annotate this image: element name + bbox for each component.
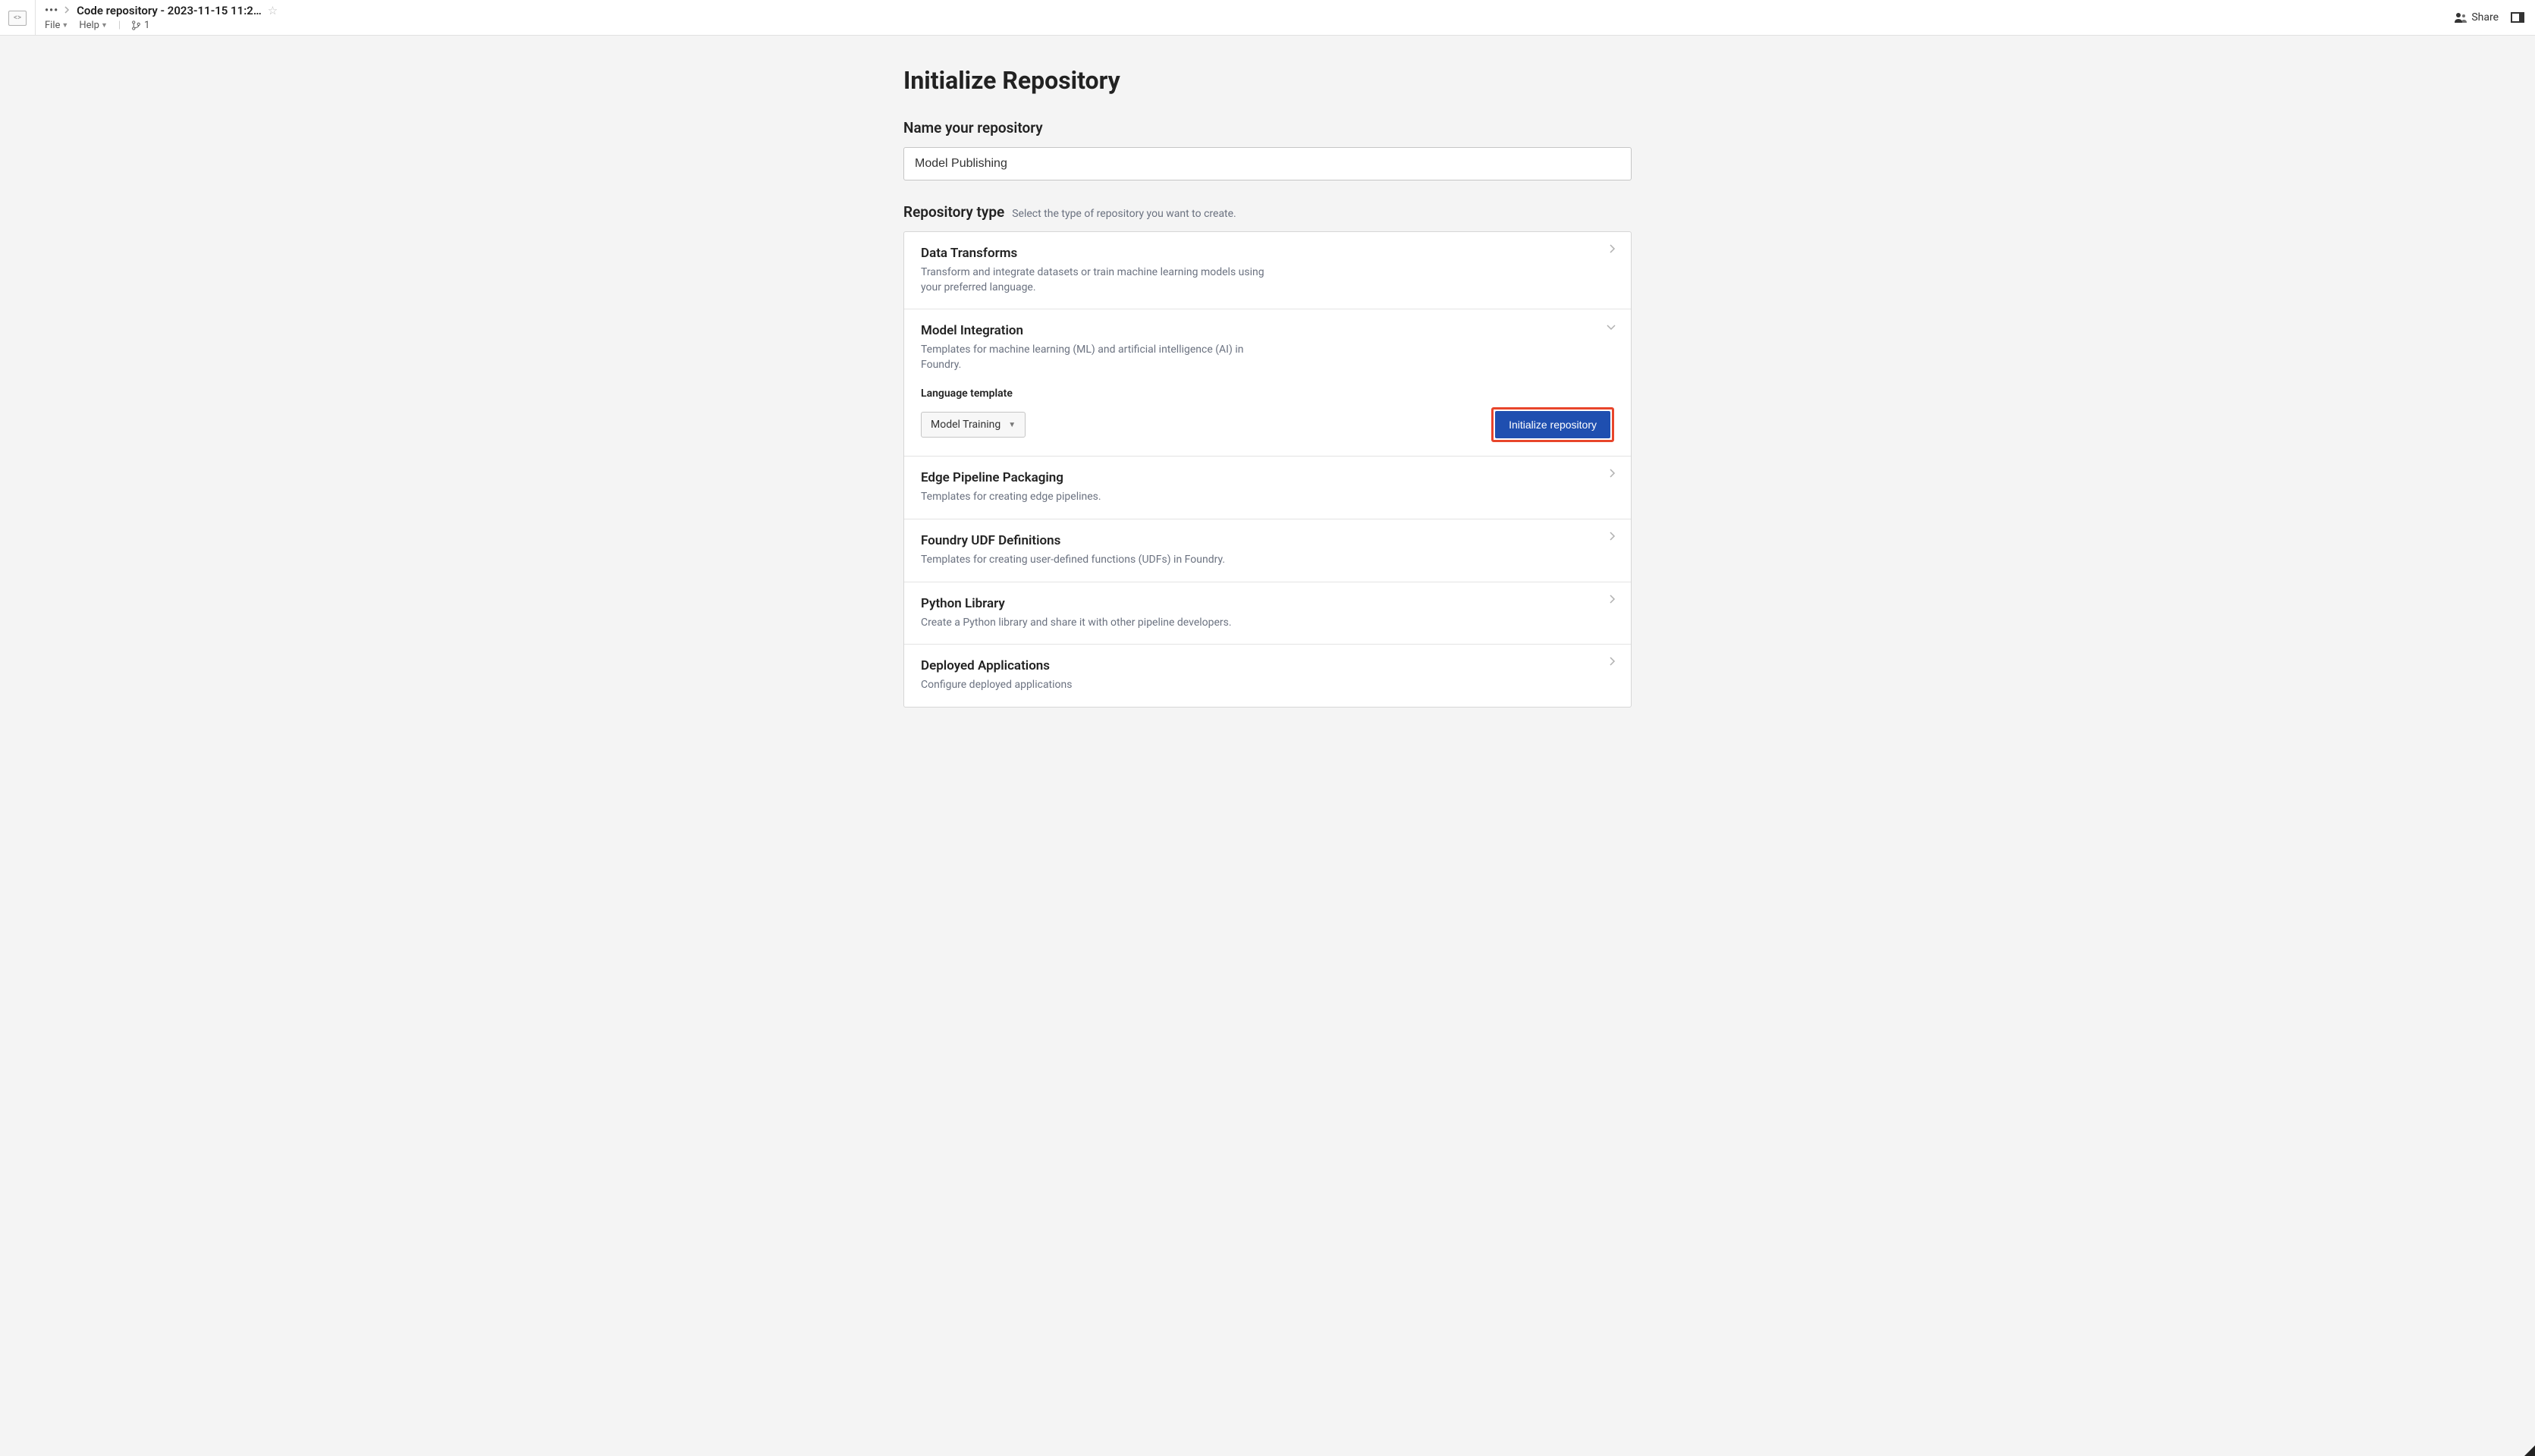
top-main: ••• Code repository - 2023-11-15 11:2… ☆… — [36, 0, 2455, 35]
type-list: Data Transforms Transform and integrate d… — [903, 231, 1632, 708]
type-title: Model Integration — [921, 323, 1614, 338]
type-sub: Select the type of repository you want t… — [1012, 208, 1236, 220]
type-card[interactable]: Python Library Create a Python library an… — [904, 582, 1631, 645]
chevron-right-icon — [1610, 595, 1616, 607]
chevron-right-icon — [64, 5, 71, 17]
code-icon: <> — [8, 11, 27, 26]
chevron-right-icon — [1610, 532, 1616, 544]
caret-down-icon: ▼ — [101, 21, 108, 30]
caret-down-icon: ▼ — [1008, 421, 1016, 429]
repo-name-input[interactable] — [903, 147, 1632, 180]
breadcrumb-title[interactable]: Code repository - 2023-11-15 11:2… — [77, 4, 262, 17]
initialize-repository-button[interactable]: Initialize repository — [1495, 411, 1610, 438]
chevron-down-icon — [1607, 322, 1616, 334]
type-card[interactable]: Deployed Applications Configure deployed … — [904, 645, 1631, 707]
top-right: Share — [2455, 0, 2535, 35]
type-desc: Configure deployed applications — [921, 678, 1285, 693]
type-card[interactable]: Data Transforms Transform and integrate d… — [904, 232, 1631, 309]
menu-help-label: Help — [79, 20, 99, 31]
menu-row: File ▼ Help ▼ | 1 — [36, 18, 2455, 35]
highlight-box: Initialize repository — [1491, 407, 1614, 442]
menu-separator: | — [118, 20, 121, 31]
type-desc: Templates for creating user-defined func… — [921, 553, 1285, 568]
topbar: <> ••• Code repository - 2023-11-15 11:2… — [0, 0, 2535, 36]
type-card[interactable]: Model Integration Templates for machine l… — [904, 309, 1631, 457]
expanded-body: Language template Model Training ▼ Initiali… — [921, 388, 1614, 442]
chevron-right-icon — [1610, 244, 1616, 256]
people-icon — [2455, 12, 2467, 23]
menu-file-label: File — [45, 20, 60, 31]
branch-indicator[interactable]: 1 — [131, 20, 149, 31]
menu-help[interactable]: Help ▼ — [79, 20, 108, 31]
lang-template-label: Language template — [921, 388, 1614, 400]
type-desc: Templates for creating edge pipelines. — [921, 490, 1285, 505]
type-desc: Templates for machine learning (ML) and … — [921, 343, 1285, 372]
panel-toggle-icon[interactable] — [2511, 12, 2524, 23]
share-label: Share — [2471, 11, 2499, 24]
star-icon[interactable]: ☆ — [268, 4, 278, 17]
app-icon[interactable]: <> — [0, 0, 36, 36]
name-label: Name your repository — [903, 119, 1632, 136]
type-header: Repository type Select the type of repos… — [903, 203, 1632, 221]
type-desc: Transform and integrate datasets or trai… — [921, 265, 1285, 295]
page-title: Initialize Repository — [903, 66, 1632, 95]
type-card[interactable]: Edge Pipeline Packaging Templates for cre… — [904, 457, 1631, 519]
type-desc: Create a Python library and share it wit… — [921, 616, 1285, 631]
type-title: Python Library — [921, 596, 1614, 611]
type-title: Deployed Applications — [921, 658, 1614, 673]
lang-template-select[interactable]: Model Training ▼ — [921, 412, 1026, 438]
resize-corner-icon[interactable] — [2524, 1445, 2535, 1456]
breadcrumb: ••• Code repository - 2023-11-15 11:2… ☆ — [36, 0, 2455, 18]
caret-down-icon: ▼ — [61, 21, 68, 30]
type-title: Data Transforms — [921, 246, 1614, 261]
content: Initialize Repository Name your reposito… — [888, 36, 1647, 738]
type-title: Foundry UDF Definitions — [921, 533, 1614, 548]
breadcrumb-more-icon[interactable]: ••• — [45, 5, 58, 17]
lang-template-value: Model Training — [931, 419, 1000, 431]
chevron-right-icon — [1610, 469, 1616, 481]
type-title: Edge Pipeline Packaging — [921, 470, 1614, 485]
type-label: Repository type — [903, 203, 1004, 221]
branch-icon — [131, 20, 141, 30]
branch-count: 1 — [144, 20, 149, 31]
type-card[interactable]: Foundry UDF Definitions Templates for cre… — [904, 519, 1631, 582]
menu-file[interactable]: File ▼ — [45, 20, 68, 31]
chevron-right-icon — [1610, 657, 1616, 669]
expanded-row: Model Training ▼ Initialize repository — [921, 407, 1614, 442]
share-button[interactable]: Share — [2455, 11, 2499, 24]
